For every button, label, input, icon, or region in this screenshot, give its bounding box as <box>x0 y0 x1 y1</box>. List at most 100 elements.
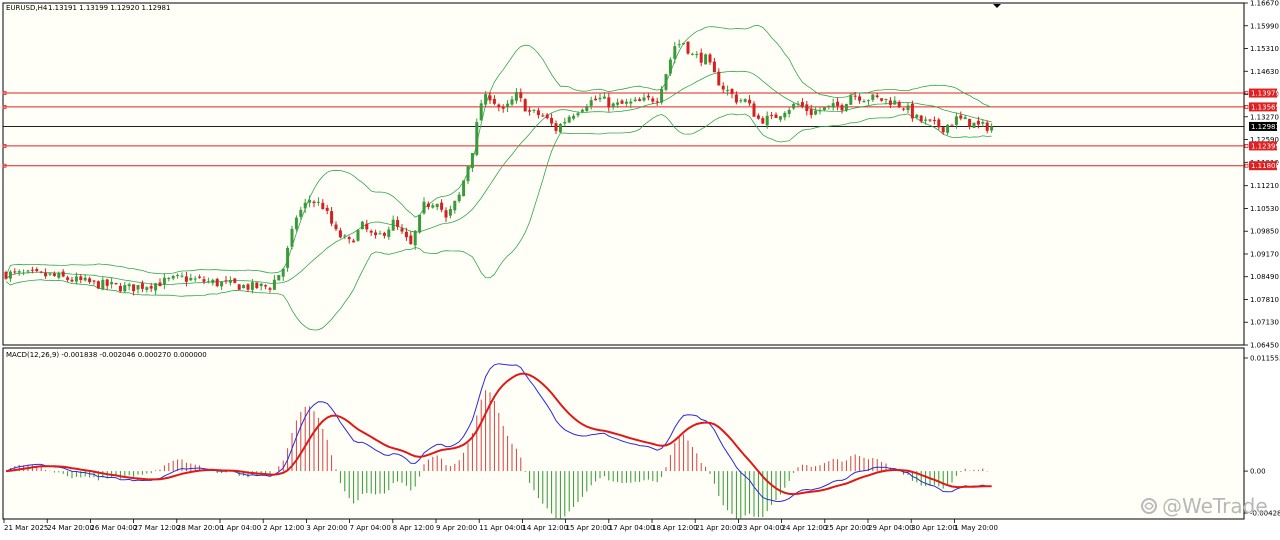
candle-body <box>334 224 338 230</box>
watermark-text: @WeTrade <box>1162 494 1268 518</box>
candle-body <box>981 122 985 124</box>
candle-body <box>594 98 598 101</box>
ohlc-label: 1.13191 1.13199 1.12920 1.12981 <box>48 4 170 12</box>
time-tick-label: 26 Mar 04:00 <box>90 524 137 532</box>
candle-body <box>748 99 752 104</box>
candle-body <box>664 74 668 90</box>
candle-body <box>906 105 910 111</box>
candle <box>356 229 360 242</box>
candle-body <box>294 217 298 230</box>
current-price-tag-text: 1.12981 <box>1251 123 1280 131</box>
candle-body <box>646 95 650 98</box>
candle-body <box>488 95 492 101</box>
candle-body <box>92 280 96 282</box>
candle-body <box>162 277 166 285</box>
candle-body <box>281 268 285 277</box>
candle-body <box>924 119 928 121</box>
candle <box>462 180 466 197</box>
candle-body <box>167 278 171 280</box>
candle-body <box>48 273 52 275</box>
candle-body <box>783 112 787 118</box>
candle-body <box>268 288 272 290</box>
time-tick-label: 7 Apr 04:00 <box>350 524 391 532</box>
candle-body <box>928 119 932 121</box>
candle-body <box>343 235 347 237</box>
candle-body <box>404 231 408 238</box>
candle-body <box>259 283 263 287</box>
candle-body <box>598 97 602 100</box>
candle-body <box>396 220 400 227</box>
candle-body <box>620 100 624 104</box>
candle <box>664 73 668 92</box>
time-tick-label: 25 Apr 20:00 <box>825 524 871 532</box>
candle-body <box>919 115 923 122</box>
candle-body <box>290 228 294 247</box>
time-tick-label: 1 May 20:00 <box>954 524 998 532</box>
candle-body <box>756 115 760 119</box>
price-tick-label: 1.15310 <box>1250 45 1279 53</box>
candle <box>360 220 364 230</box>
candle-body <box>35 269 39 271</box>
candle-body <box>154 283 158 291</box>
price-tick-label: 1.11210 <box>1250 182 1279 190</box>
candle-body <box>132 284 136 292</box>
candle-body <box>26 270 30 272</box>
candle <box>418 214 422 234</box>
candle-body <box>347 237 351 240</box>
candle-body <box>369 230 373 233</box>
macd-tick-label: 0.011553 <box>1250 355 1280 363</box>
candle <box>277 275 281 281</box>
candle-body <box>550 117 554 124</box>
current-price-tag: 1.12981 <box>1249 121 1280 131</box>
candle-body <box>4 272 8 279</box>
candle-body <box>79 276 83 281</box>
candle-body <box>699 52 703 63</box>
candle-body <box>17 271 21 273</box>
candle-body <box>180 275 184 277</box>
candle-body <box>114 282 118 284</box>
candle-body <box>765 115 769 126</box>
time-tick-label: 15 Apr 20:00 <box>566 524 612 532</box>
candle-body <box>585 106 589 111</box>
candle-body <box>44 272 48 277</box>
candle-body <box>453 200 457 211</box>
candle-body <box>902 108 906 110</box>
level-price-tag: 1.11808 <box>1249 161 1280 171</box>
candle-body <box>888 100 892 105</box>
candle-body <box>52 273 56 276</box>
candle-body <box>734 94 738 103</box>
candle-body <box>770 115 774 117</box>
candle <box>558 123 562 133</box>
candle-body <box>528 110 532 112</box>
candle-body <box>567 116 571 123</box>
level-price-tag: 1.13565 <box>1249 102 1280 112</box>
candle-body <box>638 99 642 102</box>
candle <box>686 41 690 55</box>
time-tick-label: 30 Apr 12:00 <box>911 524 957 532</box>
candle-body <box>286 247 290 268</box>
time-tick-label: 21 Apr 20:00 <box>695 524 741 532</box>
candle <box>290 225 294 250</box>
candle-body <box>624 101 628 104</box>
candle-body <box>277 275 281 281</box>
candle-body <box>580 109 584 112</box>
candle-body <box>374 232 378 236</box>
candle-body <box>184 276 188 282</box>
candle-body <box>391 219 395 231</box>
candle-body <box>378 233 382 235</box>
candle-body <box>13 271 17 273</box>
candle-body <box>264 285 268 287</box>
candle-body <box>796 103 800 105</box>
candle-body <box>140 283 144 289</box>
candle-body <box>400 228 404 232</box>
macd-tick-label: 0.00 <box>1250 468 1266 476</box>
candle-body <box>642 97 646 101</box>
candle-body <box>22 272 26 274</box>
candle-body <box>563 121 567 124</box>
candle-body <box>950 124 954 126</box>
candle-body <box>862 101 866 103</box>
candle-body <box>96 281 100 289</box>
candle-body <box>954 116 958 125</box>
candle-body <box>677 44 681 46</box>
candle-body <box>743 99 747 102</box>
